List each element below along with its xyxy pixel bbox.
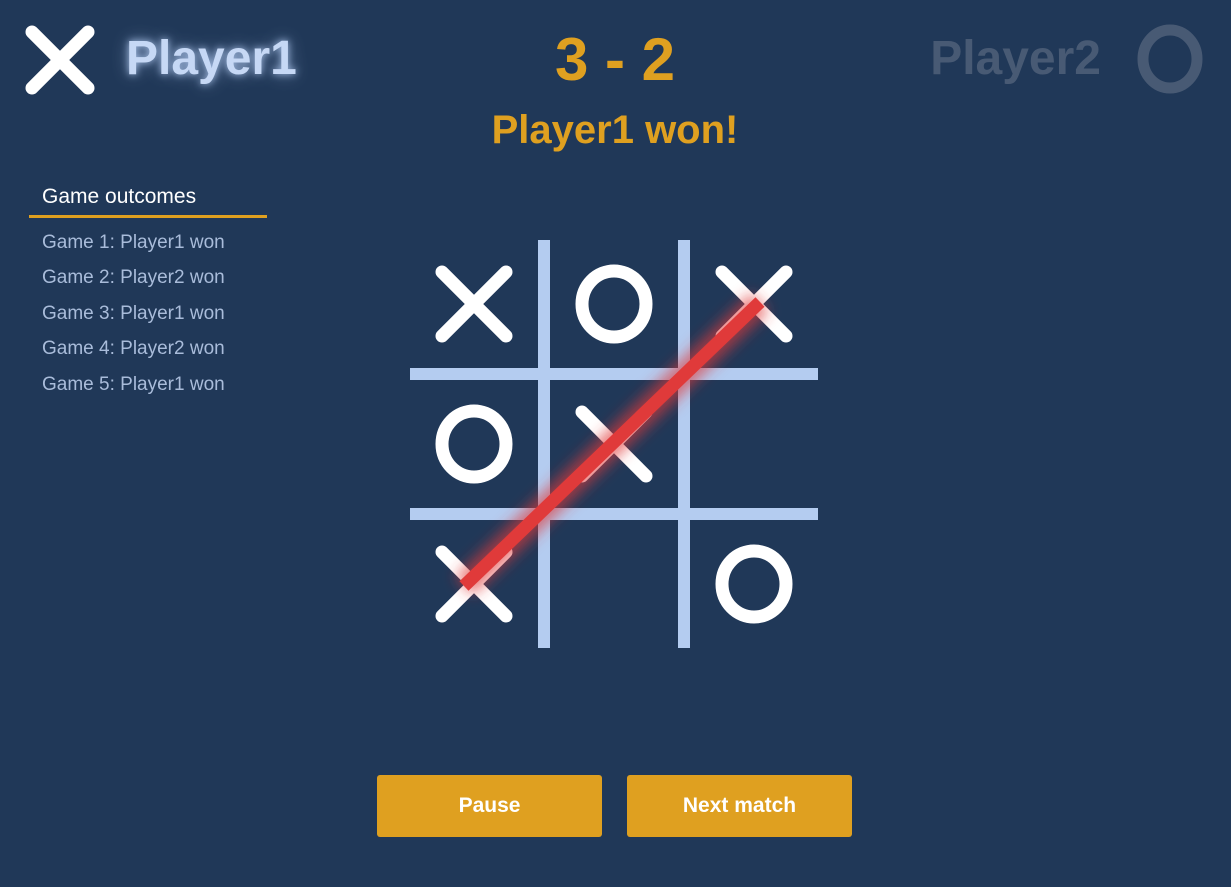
- game-board: [410, 240, 818, 648]
- outcome-item: Game 1: Player1 won: [42, 232, 225, 253]
- pause-button[interactable]: Pause: [377, 775, 602, 837]
- score: 3 - 2: [554, 26, 676, 93]
- outcome-item: Game 4: Player2 won: [42, 338, 225, 360]
- x-mark-icon: [25, 25, 95, 95]
- game-outcomes-list: Game 1: Player1 won Game 2: Player2 won …: [29, 225, 267, 402]
- board-cell-2-2[interactable]: [694, 524, 814, 644]
- outcome-item: Game 3: Player1 won: [42, 302, 225, 324]
- outcome-item: Game 5: Player1 won: [42, 373, 225, 395]
- board-cell-0-1[interactable]: [554, 244, 674, 364]
- board-cell-1-2[interactable]: [694, 384, 814, 504]
- game-outcomes-panel: Game outcomes Game 1: Player1 won Game 2…: [29, 184, 267, 402]
- outcome-item: Game 2: Player2 won: [42, 267, 225, 289]
- game-outcomes-title: Game outcomes: [29, 184, 267, 218]
- o-mark-icon: [1137, 24, 1203, 94]
- result-message: Player1 won!: [491, 108, 739, 152]
- player2-name: Player2: [930, 32, 1101, 85]
- board-cell-1-0[interactable]: [414, 384, 534, 504]
- board-cell-0-0[interactable]: [414, 244, 534, 364]
- player1-name: Player1: [126, 32, 297, 85]
- next-match-button[interactable]: Next match: [627, 775, 852, 837]
- board-cell-2-1[interactable]: [554, 524, 674, 644]
